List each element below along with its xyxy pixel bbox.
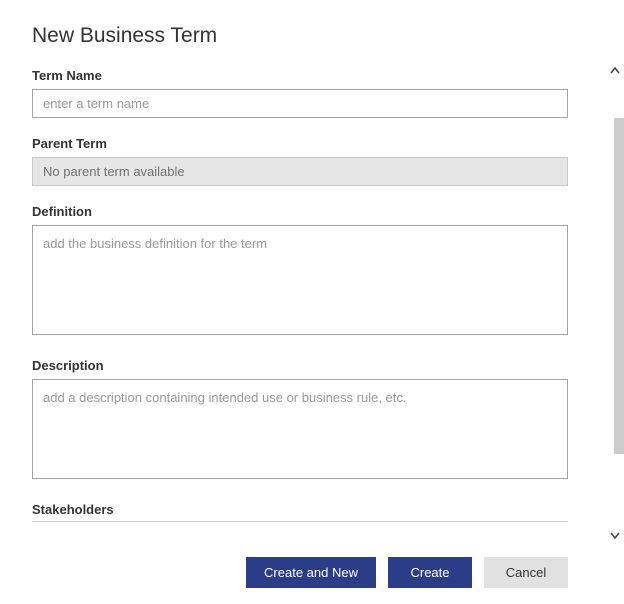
- scroll-up-icon[interactable]: [606, 62, 624, 80]
- definition-label: Definition: [32, 204, 568, 219]
- description-label: Description: [32, 358, 568, 373]
- cancel-button[interactable]: Cancel: [484, 557, 568, 588]
- new-business-term-panel: New Business Term Term Name Parent Term …: [0, 0, 600, 548]
- term-name-input[interactable]: [32, 89, 568, 118]
- description-group: Description: [32, 358, 568, 484]
- parent-term-field: No parent term available: [32, 157, 568, 186]
- parent-term-label: Parent Term: [32, 136, 568, 151]
- scrollbar-track[interactable]: [606, 62, 624, 544]
- scrollbar-thumb[interactable]: [614, 118, 624, 454]
- term-name-label: Term Name: [32, 68, 568, 83]
- button-row: Create and New Create Cancel: [0, 557, 600, 588]
- page-title: New Business Term: [32, 24, 568, 48]
- parent-term-group: Parent Term No parent term available: [32, 136, 568, 186]
- create-button[interactable]: Create: [388, 557, 472, 588]
- create-and-new-button[interactable]: Create and New: [246, 557, 376, 588]
- term-name-group: Term Name: [32, 68, 568, 118]
- description-input[interactable]: [32, 379, 568, 479]
- scroll-down-icon[interactable]: [606, 526, 624, 544]
- definition-input[interactable]: [32, 225, 568, 335]
- definition-group: Definition: [32, 204, 568, 340]
- stakeholders-header: Stakeholders: [32, 502, 568, 522]
